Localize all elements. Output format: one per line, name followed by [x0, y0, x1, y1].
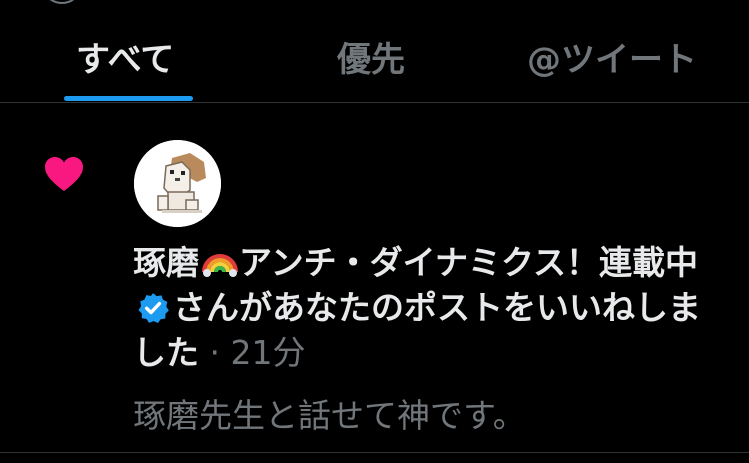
tab-all[interactable]: すべて	[76, 38, 174, 82]
user-avatar[interactable]	[134, 140, 221, 227]
notification-text: 琢磨 アンチ・ダイナミクス！連載中さんがあなたのポストをいいねしました · 21分	[133, 240, 713, 375]
heart-icon	[45, 157, 83, 191]
active-tab-indicator	[64, 96, 193, 101]
rainbow-icon	[202, 254, 238, 277]
notification-tabs: すべて 優先 @ツイート	[0, 0, 749, 103]
timestamp: 21分	[230, 333, 306, 372]
verified-badge-icon	[138, 293, 169, 324]
tab-mentions[interactable]: @ツイート	[527, 38, 697, 82]
actor-name[interactable]: 琢磨	[133, 243, 199, 282]
notification-divider	[0, 452, 749, 453]
dog-avatar-icon	[134, 140, 221, 227]
post-preview[interactable]: 琢磨先生と話せて神です。	[133, 393, 526, 438]
time-separator: ·	[209, 333, 221, 372]
actor-name-suffix[interactable]: アンチ・ダイナミクス！連載中	[239, 243, 698, 282]
like-notification[interactable]: 琢磨 アンチ・ダイナミクス！連載中さんがあなたのポストをいいねしました · 21分…	[0, 103, 749, 463]
tab-priority[interactable]: 優先	[337, 38, 405, 82]
